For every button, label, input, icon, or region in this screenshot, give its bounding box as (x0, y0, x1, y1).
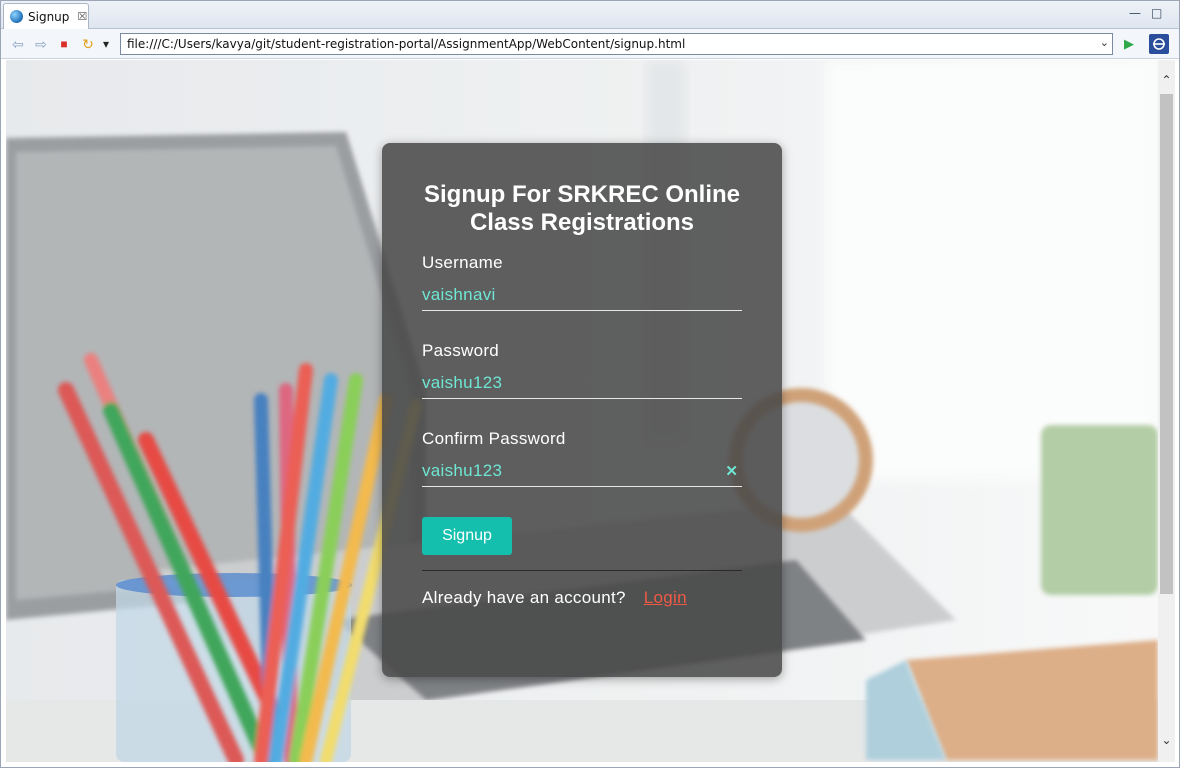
url-bar[interactable]: file:///C:/Users/kavya/git/student-regis… (120, 33, 1113, 55)
forward-icon[interactable]: ⇨ (32, 35, 50, 53)
toolbar-menu-icon[interactable]: ▾ (97, 35, 115, 53)
refresh-icon[interactable]: ↻ (79, 35, 97, 53)
password-label: Password (422, 341, 500, 360)
browser-toolbar: ⇦ ⇨ ■ ↻ ▾ file:///C:/Users/kavya/git/stu… (1, 29, 1179, 59)
scroll-up-icon[interactable]: ⌃ (1158, 70, 1175, 90)
clear-input-icon[interactable]: ✕ (725, 462, 738, 480)
username-input-wrapper (422, 281, 742, 311)
eclipse-icon[interactable] (1149, 34, 1169, 54)
vertical-scrollbar[interactable]: ⌃ ⌄ (1158, 60, 1175, 762)
password-field-group: Password (422, 341, 742, 399)
minimize-icon[interactable]: — (1129, 6, 1141, 20)
username-input[interactable] (422, 281, 742, 309)
go-icon[interactable]: ▶ (1120, 35, 1138, 53)
password-input[interactable] (422, 369, 742, 397)
login-link[interactable]: Login (644, 588, 687, 607)
browser-window: Signup ☒ — □ ⇦ ⇨ ■ ↻ ▾ file:///C:/Users/… (0, 0, 1180, 768)
confirm-password-input-wrapper: ✕ (422, 457, 742, 487)
url-dropdown-icon[interactable]: ⌄ (1100, 36, 1109, 49)
confirm-password-label: Confirm Password (422, 429, 566, 448)
username-field-group: Username (422, 253, 742, 311)
tab-close-icon[interactable]: ☒ (77, 10, 87, 23)
url-text: file:///C:/Users/kavya/git/student-regis… (127, 37, 686, 51)
username-label: Username (422, 253, 503, 272)
globe-icon (10, 10, 23, 23)
tab-strip: Signup ☒ — □ (1, 1, 1179, 29)
maximize-icon[interactable]: □ (1151, 6, 1162, 20)
login-prompt: Already have an account? Login (422, 588, 742, 608)
back-icon[interactable]: ⇦ (9, 35, 27, 53)
confirm-password-field-group: Confirm Password ✕ (422, 429, 742, 487)
scroll-down-icon[interactable]: ⌄ (1158, 730, 1175, 750)
tab-signup[interactable]: Signup ☒ (3, 3, 89, 29)
page-title: Signup For SRKREC Online Class Registrat… (424, 181, 740, 236)
signup-button[interactable]: Signup (422, 517, 512, 555)
tab-title: Signup (28, 9, 70, 24)
page-viewport: Signup For SRKREC Online Class Registrat… (6, 60, 1158, 762)
confirm-password-input[interactable] (422, 457, 742, 485)
password-input-wrapper (422, 369, 742, 399)
stop-icon[interactable]: ■ (55, 35, 73, 53)
scrollbar-thumb[interactable] (1160, 94, 1173, 594)
divider (422, 570, 742, 571)
login-prompt-text: Already have an account? (422, 588, 626, 607)
signup-card: Signup For SRKREC Online Class Registrat… (382, 143, 782, 677)
